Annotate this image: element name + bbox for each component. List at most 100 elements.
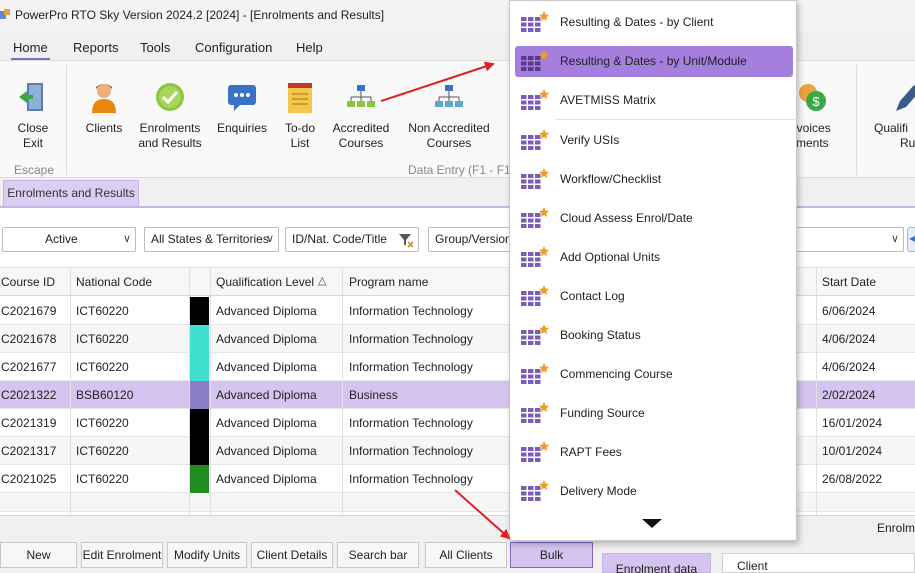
scroll-down-icon[interactable]	[642, 519, 662, 528]
menu-item[interactable]: Commencing Course	[515, 359, 793, 390]
cell-national-code: ICT60220	[76, 444, 129, 458]
menu-item-label: Delivery Mode	[560, 484, 637, 498]
chevron-down-icon: ∨	[265, 233, 274, 245]
cell-course-id: C2021025	[1, 472, 57, 486]
column-course-id[interactable]: Course ID	[1, 275, 55, 289]
states-filter[interactable]: All States & Territories ∨	[144, 227, 279, 252]
grid-star-icon	[521, 11, 549, 32]
column-qualification-level[interactable]: Qualification Level	[216, 275, 314, 289]
bulk-dropdown-menu: Resulting & Dates - by Client Resulting &…	[509, 0, 798, 541]
grid-star-icon	[521, 246, 549, 267]
bulk-button[interactable]: Bulk	[510, 542, 593, 568]
column-national-code[interactable]: National Code	[76, 275, 152, 289]
pen-icon	[896, 85, 915, 111]
menu-item[interactable]: Resulting & Dates - by Client	[515, 7, 793, 38]
tab-help[interactable]: Help	[296, 40, 323, 55]
modify-units-button[interactable]: Modify Units	[167, 542, 247, 568]
cell-program-name: Business	[349, 388, 398, 402]
column-divider	[816, 267, 817, 515]
cell-course-id: C2021322	[1, 388, 57, 402]
menu-item[interactable]: Resulting & Dates - by Unit/Module	[515, 46, 793, 77]
tab-reports[interactable]: Reports	[73, 40, 119, 55]
menu-item[interactable]: Add Optional Units	[515, 242, 793, 273]
code-search-input[interactable]: ID/Nat. Code/Title	[285, 227, 419, 252]
todo-label: To-do	[284, 121, 316, 135]
person-icon	[92, 84, 116, 113]
menu-item-label: Add Optional Units	[560, 250, 661, 264]
cell-start-date: 4/06/2024	[822, 360, 876, 374]
client-field[interactable]: Client	[722, 553, 915, 573]
invoices-payments-button[interactable]: $ nvoices yments	[790, 81, 840, 151]
ribbon-separator	[66, 65, 67, 175]
column-divider	[342, 267, 343, 515]
color-swatch	[190, 465, 209, 493]
svg-text:$: $	[812, 94, 820, 109]
grid-star-icon	[521, 480, 549, 501]
clients-button[interactable]: Clients	[82, 81, 126, 136]
cell-start-date: 4/06/2024	[822, 332, 876, 346]
sort-icon[interactable]: △	[318, 274, 326, 287]
tab-enrolments-and-results[interactable]: Enrolments and Results	[3, 180, 139, 206]
menu-item-label: AVETMISS Matrix	[560, 93, 656, 107]
todo-list-button[interactable]: To-do List	[280, 81, 320, 151]
menu-separator	[555, 119, 798, 120]
close-exit-button[interactable]: Close Exit	[10, 81, 56, 151]
menu-item[interactable]: Funding Source	[515, 398, 793, 429]
tab-tools[interactable]: Tools	[140, 40, 170, 55]
search-bar-button[interactable]: Search bar	[337, 542, 419, 568]
side-toggle-button[interactable]: ◀	[907, 227, 915, 252]
cell-course-id: C2021317	[1, 444, 57, 458]
cell-qualification-level: Advanced Diploma	[216, 416, 317, 430]
menu-item-label: Verify USIs	[560, 133, 620, 147]
cell-national-code: ICT60220	[76, 304, 129, 318]
window-title: PowerPro RTO Sky Version 2024.2 [2024] -…	[15, 8, 385, 22]
enquiries-button[interactable]: Enquiries	[216, 81, 268, 136]
menu-item[interactable]: Delivery Mode	[515, 476, 793, 507]
filter-clear-icon[interactable]	[398, 232, 414, 248]
color-swatch	[190, 353, 209, 381]
enrolments-results-button[interactable]: Enrolments and Results	[137, 81, 203, 151]
cell-start-date: 2/02/2024	[822, 388, 876, 402]
menu-item[interactable]: RAPT Fees	[515, 437, 793, 468]
cell-national-code: BSB60120	[76, 388, 134, 402]
money-icon: $	[799, 84, 826, 111]
all-clients-button[interactable]: All Clients	[425, 542, 507, 568]
non-accredited-label: Non Accredited	[408, 121, 490, 135]
grid-star-icon	[521, 89, 549, 110]
code-search-placeholder: ID/Nat. Code/Title	[292, 232, 387, 246]
cell-national-code: ICT60220	[76, 332, 129, 346]
arrow-left-icon: ◀	[909, 231, 915, 245]
grid-star-icon	[521, 50, 549, 71]
status-filter[interactable]: Active ∨	[2, 227, 136, 252]
qualification-rules-button[interactable]: Qualifi Rul	[874, 81, 915, 151]
tab-home[interactable]: Home	[11, 40, 50, 61]
menu-item[interactable]: Workflow/Checklist	[515, 164, 793, 195]
accredited-courses-button[interactable]: Accredited Courses	[330, 81, 392, 151]
new-enrolment-button[interactable]: New Enrolment	[0, 542, 77, 573]
accredited-label: Accredited	[332, 121, 390, 135]
client-details-button[interactable]: Client Details	[251, 542, 333, 568]
color-swatch	[190, 381, 209, 409]
cell-course-id: C2021678	[1, 332, 57, 346]
menu-item[interactable]: AVETMISS Matrix	[515, 85, 793, 116]
payments-label: yments	[790, 136, 829, 150]
escape-label: Escape	[14, 163, 55, 177]
door-exit-icon	[19, 83, 43, 111]
group-version-filter[interactable]: Group/Version	[428, 227, 512, 252]
column-program-name[interactable]: Program name	[349, 275, 428, 289]
tab-configuration[interactable]: Configuration	[195, 40, 272, 55]
menu-item[interactable]: Contact Log	[515, 281, 793, 312]
edit-enrolment-button[interactable]: Edit Enrolment	[81, 542, 163, 568]
menu-item[interactable]: Verify USIs	[515, 125, 793, 156]
cell-course-id: C2021319	[1, 416, 57, 430]
menu-item[interactable]: Cloud Assess Enrol/Date	[515, 203, 793, 234]
non-accredited-courses-button[interactable]: Non Accredited Courses	[404, 81, 494, 151]
chat-bubble-icon	[228, 85, 256, 111]
menu-item[interactable]: Booking Status	[515, 320, 793, 351]
cell-qualification-level: Advanced Diploma	[216, 444, 317, 458]
data-entry-group-label: Data Entry (F1 - F11	[408, 163, 517, 177]
column-start-date[interactable]: Start Date	[822, 275, 876, 289]
enrolment-data-tab[interactable]: Enrolment data	[602, 553, 711, 573]
right-dropdown[interactable]: ∨	[797, 227, 904, 252]
cell-qualification-level: Advanced Diploma	[216, 304, 317, 318]
